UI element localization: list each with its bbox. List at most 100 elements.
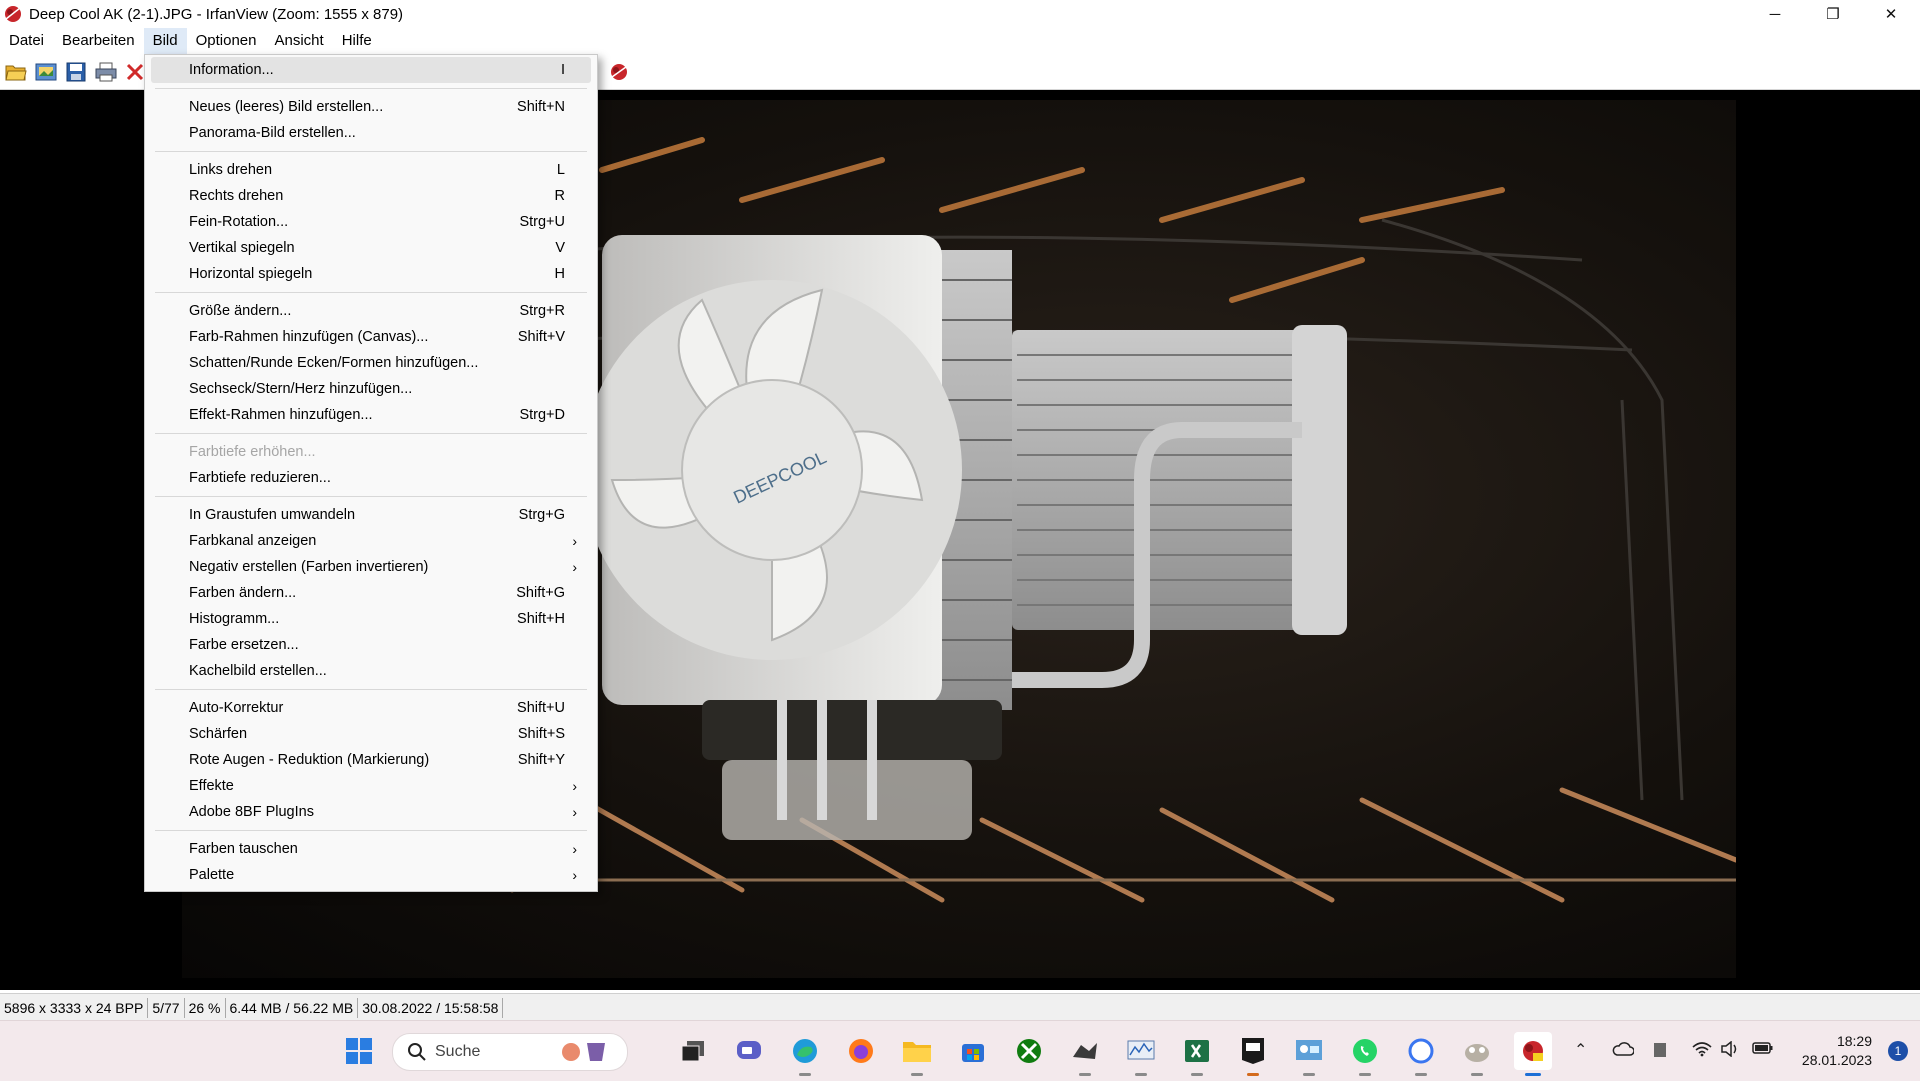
- status-index: 5/77: [148, 997, 185, 1018]
- menu-item-fein-rotation[interactable]: Fein-Rotation... Strg+U: [151, 209, 591, 235]
- menu-separator: [155, 689, 587, 690]
- menu-item-graustufen[interactable]: In Graustufen umwandeln Strg+G: [151, 502, 591, 528]
- menu-optionen[interactable]: Optionen: [187, 28, 266, 54]
- menu-item-shortcut: H: [554, 266, 565, 282]
- thumbnails-icon[interactable]: [33, 59, 58, 84]
- menu-item-vertikal-spiegeln[interactable]: Vertikal spiegeln V: [151, 235, 591, 261]
- menu-hilfe[interactable]: Hilfe: [333, 28, 381, 54]
- game-app-icon[interactable]: [1066, 1032, 1104, 1076]
- volume-icon[interactable]: [1720, 1041, 1740, 1057]
- edge-icon[interactable]: [786, 1032, 824, 1076]
- menu-item-label: In Graustufen umwandeln: [189, 507, 356, 523]
- store-icon[interactable]: [954, 1032, 992, 1070]
- irfanview-icon[interactable]: [3, 4, 23, 24]
- close-button[interactable]: ✕: [1862, 0, 1920, 28]
- menu-item-adobe-plugins[interactable]: Adobe 8BF PlugIns ›: [151, 799, 591, 825]
- menu-item-effekte[interactable]: Effekte ›: [151, 773, 591, 799]
- restore-button[interactable]: ❐: [1804, 0, 1862, 28]
- teams-chat-icon[interactable]: [730, 1032, 768, 1070]
- menu-datei[interactable]: Datei: [0, 28, 53, 54]
- menu-item-schaerfen[interactable]: Schärfen Shift+S: [151, 721, 591, 747]
- xbox-icon[interactable]: [1010, 1032, 1048, 1070]
- control-panel-icon[interactable]: [1290, 1032, 1328, 1076]
- monitor-app-icon[interactable]: [1122, 1032, 1160, 1076]
- taskbar-search[interactable]: Suche: [392, 1033, 628, 1071]
- menu-item-shortcut: R: [554, 188, 565, 204]
- menu-item-schatten[interactable]: Schatten/Runde Ecken/Formen hinzufügen..…: [151, 350, 591, 376]
- wifi-icon[interactable]: [1692, 1041, 1712, 1057]
- menu-item-groesse-aendern[interactable]: Größe ändern... Strg+R: [151, 298, 591, 324]
- menu-item-panorama[interactable]: Panorama-Bild erstellen...: [151, 120, 591, 146]
- battery-icon[interactable]: [1752, 1041, 1774, 1055]
- menu-item-farb-rahmen[interactable]: Farb-Rahmen hinzufügen (Canvas)... Shift+…: [151, 324, 591, 350]
- menu-item-palette[interactable]: Palette ›: [151, 862, 591, 888]
- menu-item-label: Palette: [189, 867, 235, 883]
- open-folder-icon[interactable]: [3, 59, 28, 84]
- menu-item-shortcut: Strg+R: [519, 303, 565, 319]
- menu-item-farbkanal[interactable]: Farbkanal anzeigen ›: [151, 528, 591, 554]
- irfanview-logo-icon[interactable]: [606, 59, 631, 84]
- menu-item-rote-augen[interactable]: Rote Augen - Reduktion (Markierung) Shift…: [151, 747, 591, 773]
- running-indicator: [1359, 1073, 1371, 1076]
- menu-item-shortcut: L: [556, 162, 565, 178]
- menu-item-histogramm[interactable]: Histogramm... Shift+H: [151, 606, 591, 632]
- menu-item-label: Schatten/Runde Ecken/Formen hinzufügen..…: [189, 355, 479, 371]
- menu-item-label: Histogramm...: [189, 611, 280, 627]
- menu-item-label: Neues (leeres) Bild erstellen...: [189, 99, 384, 115]
- running-indicator: [799, 1073, 811, 1076]
- running-indicator: [1191, 1073, 1203, 1076]
- menu-item-farbe-ersetzen[interactable]: Farbe ersetzen...: [151, 632, 591, 658]
- signal-icon[interactable]: [1402, 1032, 1440, 1076]
- menu-item-links-drehen[interactable]: Links drehen L: [151, 157, 591, 183]
- save-icon[interactable]: [63, 59, 88, 84]
- chevron-up-icon[interactable]: ⌃: [1574, 1040, 1587, 1060]
- menu-ansicht[interactable]: Ansicht: [266, 28, 333, 54]
- print-icon[interactable]: [93, 59, 118, 84]
- status-zoom: 26 %: [185, 997, 226, 1018]
- menu-item-shortcut: V: [555, 240, 565, 256]
- whatsapp-icon[interactable]: [1346, 1032, 1384, 1076]
- taskbar-clock[interactable]: 18:29 28.01.2023: [1802, 1032, 1872, 1070]
- start-button[interactable]: [340, 1032, 378, 1070]
- notification-badge[interactable]: 1: [1888, 1041, 1908, 1061]
- gimp-icon[interactable]: [1458, 1032, 1496, 1076]
- menu-separator: [155, 292, 587, 293]
- task-view-icon[interactable]: [674, 1032, 712, 1070]
- menu-bild[interactable]: Bild: [143, 28, 187, 54]
- menu-item-label: Auto-Korrektur: [189, 700, 284, 716]
- menu-item-negativ[interactable]: Negativ erstellen (Farben invertieren) ›: [151, 554, 591, 580]
- menu-item-label: Größe ändern...: [189, 303, 292, 319]
- menu-item-label: Farben tauschen: [189, 841, 298, 857]
- menu-item-rechts-drehen[interactable]: Rechts drehen R: [151, 183, 591, 209]
- menu-item-kachelbild[interactable]: Kachelbild erstellen...: [151, 658, 591, 684]
- menu-item-farben-tauschen[interactable]: Farben tauschen ›: [151, 836, 591, 862]
- menu-item-label: Farbkanal anzeigen: [189, 533, 317, 549]
- minimize-button[interactable]: ─: [1746, 0, 1804, 28]
- usb-device-icon[interactable]: [1652, 1041, 1668, 1059]
- menu-item-farbtiefe-reduzieren[interactable]: Farbtiefe reduzieren...: [151, 465, 591, 491]
- epic-games-icon[interactable]: [1234, 1032, 1272, 1076]
- status-dimensions: 5896 x 3333 x 24 BPP: [0, 997, 149, 1018]
- menu-item-auto-korrektur[interactable]: Auto-Korrektur Shift+U: [151, 695, 591, 721]
- menu-item-information[interactable]: Information... I: [151, 57, 591, 83]
- running-indicator: [1471, 1073, 1483, 1076]
- submenu-arrow-icon: ›: [572, 841, 577, 857]
- menu-bearbeiten[interactable]: Bearbeiten: [53, 28, 144, 54]
- menu-item-shortcut: Strg+U: [519, 214, 565, 230]
- menu-item-effekt-rahmen[interactable]: Effekt-Rahmen hinzufügen... Strg+D: [151, 402, 591, 428]
- menu-item-horizontal-spiegeln[interactable]: Horizontal spiegeln H: [151, 261, 591, 287]
- irfanview-taskbar-icon[interactable]: [1514, 1032, 1552, 1076]
- excel-icon[interactable]: [1178, 1032, 1216, 1076]
- menu-separator: [155, 830, 587, 831]
- menu-item-farben-aendern[interactable]: Farben ändern... Shift+G: [151, 580, 591, 606]
- firefox-icon[interactable]: [842, 1032, 880, 1070]
- menu-item-label: Farbtiefe reduzieren...: [189, 470, 331, 486]
- file-explorer-icon[interactable]: [898, 1032, 936, 1076]
- window-title: Deep Cool AK (2-1).JPG - IrfanView (Zoom…: [29, 5, 404, 23]
- menu-item-label: Effekt-Rahmen hinzufügen...: [189, 407, 373, 423]
- onedrive-icon[interactable]: [1612, 1041, 1634, 1057]
- running-indicator: [911, 1073, 923, 1076]
- menu-item-neues-bild[interactable]: Neues (leeres) Bild erstellen... Shift+N: [151, 94, 591, 120]
- menu-item-sechseck[interactable]: Sechseck/Stern/Herz hinzufügen...: [151, 376, 591, 402]
- running-indicator: [1247, 1073, 1259, 1076]
